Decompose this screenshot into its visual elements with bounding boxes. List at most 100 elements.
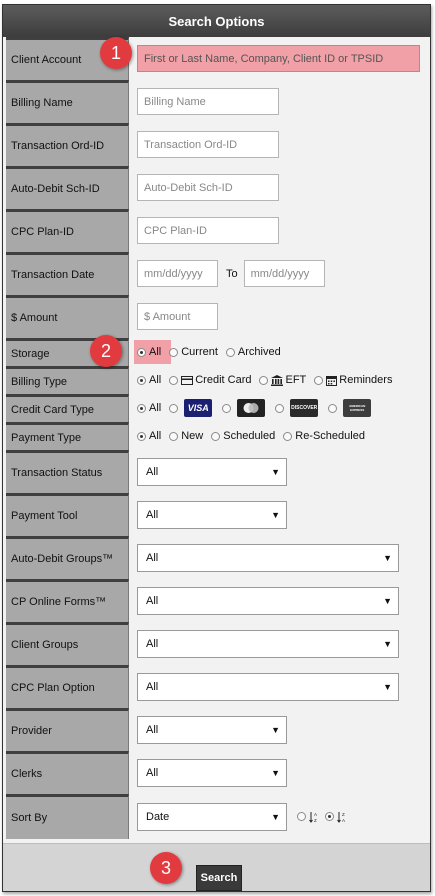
storage-archived-radio[interactable]: Archived xyxy=(225,346,281,358)
amount-input[interactable] xyxy=(137,303,218,330)
billing-name-label: Billing Name xyxy=(6,80,129,123)
transaction-ord-input[interactable] xyxy=(137,131,279,158)
auto-debit-sch-label: Auto-Debit Sch-ID xyxy=(6,166,129,209)
panel-header: Search Options xyxy=(3,5,430,37)
radio-dot xyxy=(328,403,338,413)
client-account-input[interactable] xyxy=(137,45,420,72)
card-discover-radio[interactable]: DISCOVER xyxy=(275,399,328,417)
step-badge-2: 2 xyxy=(90,335,122,367)
radio-dot xyxy=(211,431,221,441)
cp-online-forms-select[interactable]: All ▼ xyxy=(137,586,399,615)
dropdown-arrow-icon: ▼ xyxy=(383,681,392,692)
provider-label: Provider xyxy=(6,708,129,751)
visa-logo-icon: VISA xyxy=(184,399,213,417)
row-provider: Provider All ▼ xyxy=(3,708,430,751)
calendar-icon xyxy=(326,375,338,386)
billing-name-input[interactable] xyxy=(137,88,279,115)
row-client-account: Client Account xyxy=(3,37,430,80)
dropdown-arrow-icon: ▼ xyxy=(383,595,392,606)
dropdown-arrow-icon: ▼ xyxy=(271,466,280,477)
storage-current-radio[interactable]: Current xyxy=(169,346,218,358)
clerks-select[interactable]: All ▼ xyxy=(137,758,287,787)
billing-credit-card-radio[interactable]: Credit Card xyxy=(169,374,251,386)
cpc-plan-id-input[interactable] xyxy=(137,217,279,244)
sort-ascending-icon: AZ xyxy=(309,811,319,823)
footer-bar: Search xyxy=(3,843,430,891)
row-auto-debit-sch: Auto-Debit Sch-ID xyxy=(3,166,430,209)
search-button[interactable]: Search xyxy=(196,865,242,891)
card-amex-radio[interactable]: AMERICAN EXPRESS xyxy=(328,399,381,417)
radio-dot xyxy=(297,812,306,821)
credit-card-icon xyxy=(181,375,194,385)
payment-type-label: Payment Type xyxy=(6,422,129,450)
cpc-plan-id-label: CPC Plan-ID xyxy=(6,209,129,252)
billing-all-radio[interactable]: All xyxy=(137,374,161,386)
dropdown-arrow-icon: ▼ xyxy=(271,811,280,822)
row-transaction-status: Transaction Status All ▼ xyxy=(3,450,430,493)
radio-dot-selected xyxy=(325,812,334,821)
svg-text:A: A xyxy=(342,818,345,823)
payment-scheduled-radio[interactable]: Scheduled xyxy=(211,430,275,442)
sort-ascending-radio[interactable]: AZ xyxy=(297,811,321,823)
payment-rescheduled-radio[interactable]: Re-Scheduled xyxy=(283,430,365,442)
payment-new-radio[interactable]: New xyxy=(169,430,203,442)
transaction-status-label: Transaction Status xyxy=(6,450,129,493)
radio-dot-selected xyxy=(137,431,146,441)
sort-by-label: Sort By xyxy=(6,794,129,839)
date-from-input[interactable] xyxy=(137,260,218,287)
cp-online-forms-label: CP Online Forms™ xyxy=(6,579,129,622)
radio-dot xyxy=(169,347,179,357)
card-mastercard-radio[interactable] xyxy=(222,399,275,417)
amex-logo-icon: AMERICAN EXPRESS xyxy=(343,399,372,417)
storage-all-radio[interactable]: All xyxy=(137,346,161,358)
step-badge-3: 3 xyxy=(150,852,182,884)
billing-reminders-radio[interactable]: Reminders xyxy=(314,374,392,386)
dropdown-arrow-icon: ▼ xyxy=(383,638,392,649)
row-transaction-date: Transaction Date To xyxy=(3,252,430,295)
row-cp-online-forms: CP Online Forms™ All ▼ xyxy=(3,579,430,622)
client-groups-label: Client Groups xyxy=(6,622,129,665)
bank-icon xyxy=(271,374,284,386)
cpc-plan-option-select[interactable]: All ▼ xyxy=(137,672,399,701)
transaction-status-select[interactable]: All ▼ xyxy=(137,457,287,486)
clerks-label: Clerks xyxy=(6,751,129,794)
search-options-panel: Search Options Client Account Billing Na… xyxy=(2,4,431,892)
row-client-groups: Client Groups All ▼ xyxy=(3,622,430,665)
radio-dot xyxy=(222,403,232,413)
row-cpc-plan-id: CPC Plan-ID xyxy=(3,209,430,252)
row-credit-card-type: Credit Card Type All VISA DISCOVER AMERI… xyxy=(3,394,430,422)
cpc-plan-option-label: CPC Plan Option xyxy=(6,665,129,708)
row-storage: Storage All Current Archived xyxy=(3,338,430,366)
date-to-input[interactable] xyxy=(243,260,325,287)
dropdown-arrow-icon: ▼ xyxy=(271,724,280,735)
sort-descending-icon: ZA xyxy=(337,811,347,823)
provider-select[interactable]: All ▼ xyxy=(137,715,287,744)
sort-by-select[interactable]: Date ▼ xyxy=(137,802,287,831)
radio-dot xyxy=(169,375,179,385)
card-all-radio[interactable]: All xyxy=(137,402,161,414)
row-payment-tool: Payment Tool All ▼ xyxy=(3,493,430,536)
radio-dot-selected xyxy=(137,347,146,357)
billing-eft-radio[interactable]: EFT xyxy=(259,374,306,386)
row-transaction-ord: Transaction Ord-ID xyxy=(3,123,430,166)
client-groups-select[interactable]: All ▼ xyxy=(137,629,399,658)
svg-text:A: A xyxy=(314,812,317,817)
amount-label: $ Amount xyxy=(6,295,129,338)
card-visa-radio[interactable]: VISA xyxy=(169,399,222,417)
auto-debit-groups-select[interactable]: All ▼ xyxy=(137,543,399,572)
payment-tool-select[interactable]: All ▼ xyxy=(137,500,287,529)
dropdown-arrow-icon: ▼ xyxy=(271,767,280,778)
sort-descending-radio[interactable]: ZA xyxy=(325,811,349,823)
row-sort-by: Sort By Date ▼ AZ ZA xyxy=(3,794,430,839)
auto-debit-sch-input[interactable] xyxy=(137,174,279,201)
credit-card-type-label: Credit Card Type xyxy=(6,394,129,422)
radio-dot xyxy=(314,375,324,385)
radio-dot xyxy=(259,375,269,385)
dropdown-arrow-icon: ▼ xyxy=(271,509,280,520)
payment-all-radio[interactable]: All xyxy=(137,430,161,442)
step-badge-1: 1 xyxy=(100,37,132,69)
mastercard-logo-icon xyxy=(237,399,266,417)
discover-logo-icon: DISCOVER xyxy=(290,399,319,417)
row-billing-name: Billing Name xyxy=(3,80,430,123)
dropdown-arrow-icon: ▼ xyxy=(383,552,392,563)
